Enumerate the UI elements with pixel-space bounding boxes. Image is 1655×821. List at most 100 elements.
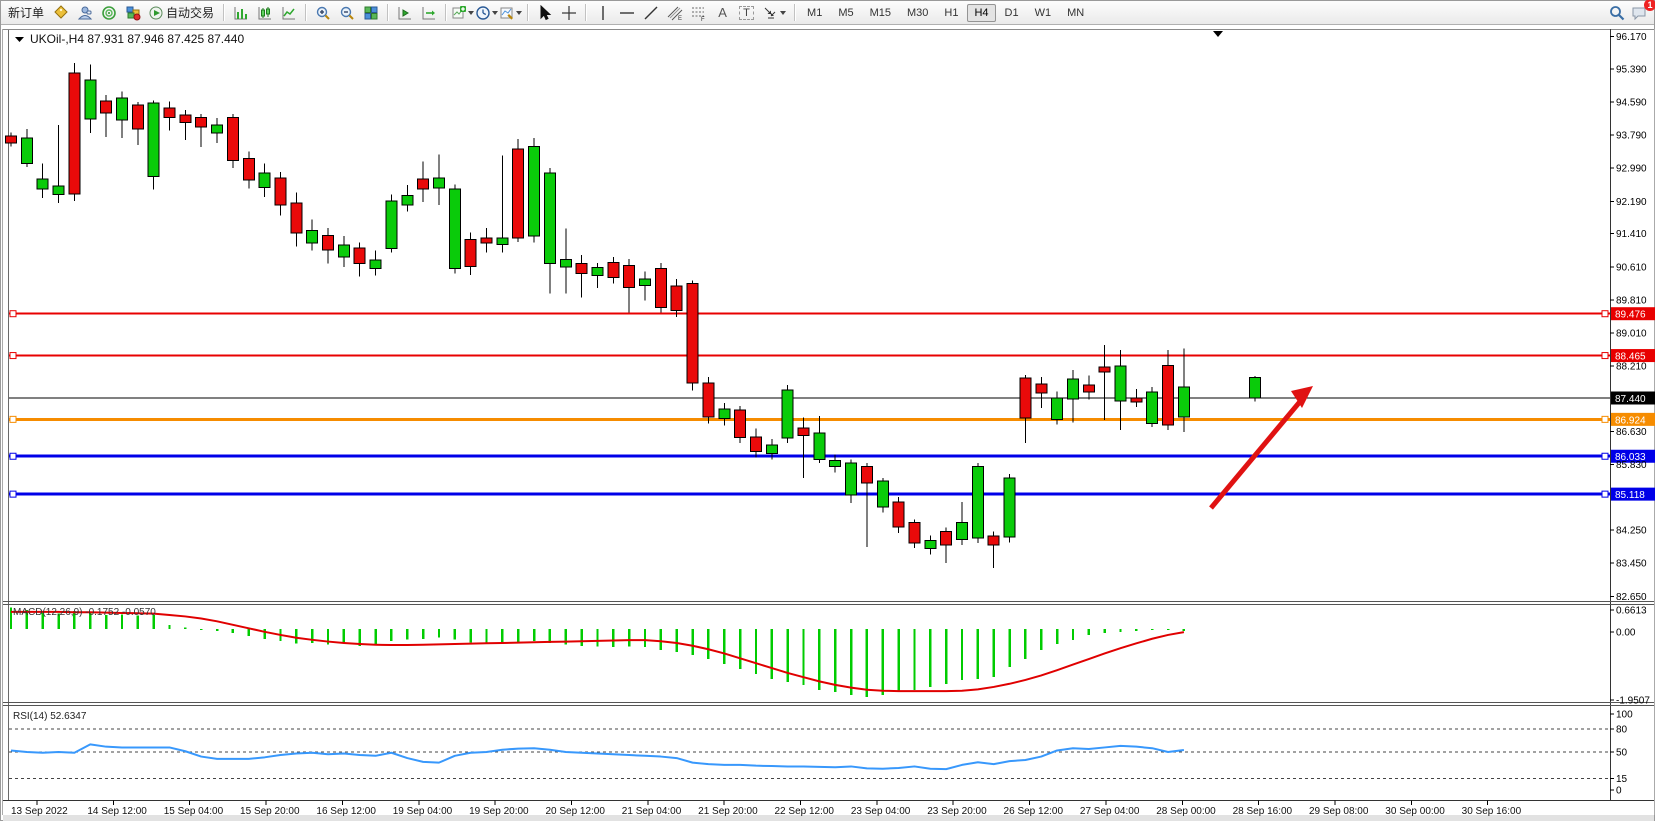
line-handle[interactable]	[1602, 416, 1608, 422]
timeframe-button-M5[interactable]: M5	[831, 4, 860, 22]
zoom-in-icon	[315, 5, 331, 21]
terminals-button[interactable]	[121, 3, 144, 23]
horizontal-line-tool-button[interactable]	[615, 3, 638, 23]
line-chart-icon	[281, 5, 297, 21]
svg-text:F: F	[701, 17, 705, 21]
candle	[687, 280, 698, 390]
hline-87.440[interactable]: 87.440	[9, 392, 1655, 406]
crosshair-icon	[561, 5, 577, 21]
tile-windows-button[interactable]	[359, 3, 382, 23]
trendline-tool-button[interactable]	[639, 3, 662, 23]
notifications-button[interactable]: 1	[1628, 3, 1651, 23]
hline-86.924[interactable]: 86.924	[9, 413, 1655, 427]
arrows-tool-button[interactable]	[759, 3, 789, 23]
candle	[180, 110, 191, 140]
auto-scroll-button[interactable]	[393, 3, 416, 23]
line-handle[interactable]	[10, 453, 16, 459]
time-marker-icon[interactable]	[1213, 31, 1223, 37]
fibonacci-tool-button[interactable]: F	[687, 3, 710, 23]
zoom-out-button[interactable]	[335, 3, 358, 23]
crosshair-tool-button[interactable]	[557, 3, 580, 23]
candle	[671, 279, 682, 317]
timeframe-button-H4[interactable]: H4	[967, 4, 995, 22]
market-depth-button[interactable]	[97, 3, 120, 23]
line-handle[interactable]	[1602, 353, 1608, 359]
templates-button[interactable]	[499, 3, 522, 23]
chart-shift-button[interactable]	[417, 3, 440, 23]
timeframe-button-M30[interactable]: M30	[900, 4, 935, 22]
timeframe-button-M15[interactable]: M15	[863, 4, 898, 22]
candle	[735, 406, 746, 443]
line-handle[interactable]	[1602, 453, 1608, 459]
line-handle[interactable]	[10, 311, 16, 317]
timeframe-button-W1[interactable]: W1	[1028, 4, 1059, 22]
bar-chart-icon	[233, 5, 249, 21]
search-button[interactable]	[1605, 3, 1628, 23]
cursor-tool-button[interactable]	[533, 3, 556, 23]
candle	[1083, 376, 1094, 400]
timeframe-button-D1[interactable]: D1	[998, 4, 1026, 22]
line-chart-mode-button[interactable]	[277, 3, 300, 23]
cursor-arrow-icon	[537, 5, 553, 21]
data-window-button[interactable]	[73, 3, 96, 23]
chart-title: UKOil-,H4 87.931 87.946 87.425 87.440	[30, 32, 244, 46]
candle	[418, 162, 429, 202]
text-label-tool-button[interactable]: T	[735, 3, 758, 23]
line-handle[interactable]	[10, 353, 16, 359]
market-watch-icon-button[interactable]	[49, 3, 72, 23]
zoom-in-button[interactable]	[311, 3, 334, 23]
time-axis-label: 28 Sep 00:00	[1156, 806, 1216, 817]
hline-89.476[interactable]: 89.476	[9, 307, 1655, 321]
line-handle[interactable]	[10, 416, 16, 422]
candle-chart-mode-button[interactable]	[253, 3, 276, 23]
time-axis-label: 22 Sep 12:00	[775, 806, 835, 817]
separator	[527, 4, 528, 21]
rsi-scale-label: 15	[1616, 774, 1628, 785]
candle	[116, 92, 127, 138]
autotrade-icon	[149, 6, 163, 20]
hline-85.118[interactable]: 85.118	[9, 488, 1655, 502]
rsi-scale-label: 50	[1616, 748, 1628, 759]
candle	[323, 228, 334, 264]
text-tool-button[interactable]: A	[711, 3, 734, 23]
timeframe-button-H1[interactable]: H1	[937, 4, 965, 22]
price-line-label-text: 86.924	[1615, 415, 1646, 426]
candle	[529, 138, 540, 242]
autotrade-button[interactable]: 自动交易	[145, 3, 218, 23]
line-handle[interactable]	[1602, 311, 1608, 317]
line-handle[interactable]	[1602, 491, 1608, 497]
periods-button[interactable]	[475, 3, 498, 23]
timeframe-button-M1[interactable]: M1	[800, 4, 829, 22]
trend-arrow-annotation[interactable]	[1211, 386, 1313, 508]
candle	[624, 259, 635, 313]
candle	[1250, 376, 1261, 402]
candle	[703, 377, 714, 423]
chart-canvas[interactable]: 89.47688.46587.44086.92486.03385.11896.1…	[1, 25, 1655, 821]
candle	[259, 164, 270, 197]
line-handle[interactable]	[10, 491, 16, 497]
time-axis-label: 21 Sep 20:00	[698, 806, 758, 817]
hline-88.465[interactable]: 88.465	[9, 349, 1655, 363]
candle	[386, 195, 397, 253]
timeframe-button-MN[interactable]: MN	[1060, 4, 1091, 22]
separator	[794, 4, 795, 21]
time-axis-label: 30 Sep 00:00	[1385, 806, 1445, 817]
text-label-tool-label: T	[739, 6, 754, 20]
candle	[544, 168, 555, 293]
toolbar: 新订单	[1, 1, 1654, 25]
new-chart-button[interactable]	[451, 3, 474, 23]
bar-chart-mode-button[interactable]	[229, 3, 252, 23]
candle	[101, 95, 112, 137]
price-axis-tick: 93.790	[1616, 131, 1647, 142]
gold-tag-icon	[53, 5, 69, 21]
price-axis-tick: 96.170	[1616, 32, 1647, 43]
candle	[925, 535, 936, 554]
vertical-line-tool-button[interactable]	[591, 3, 614, 23]
candle	[798, 417, 809, 477]
channel-tool-button[interactable]: E	[663, 3, 686, 23]
new-order-button[interactable]: 新订单	[4, 3, 48, 23]
symbol-dropdown-icon[interactable]	[15, 37, 24, 42]
candle	[988, 531, 999, 568]
candle	[1004, 474, 1015, 542]
time-axis-label: 19 Sep 04:00	[393, 806, 453, 817]
